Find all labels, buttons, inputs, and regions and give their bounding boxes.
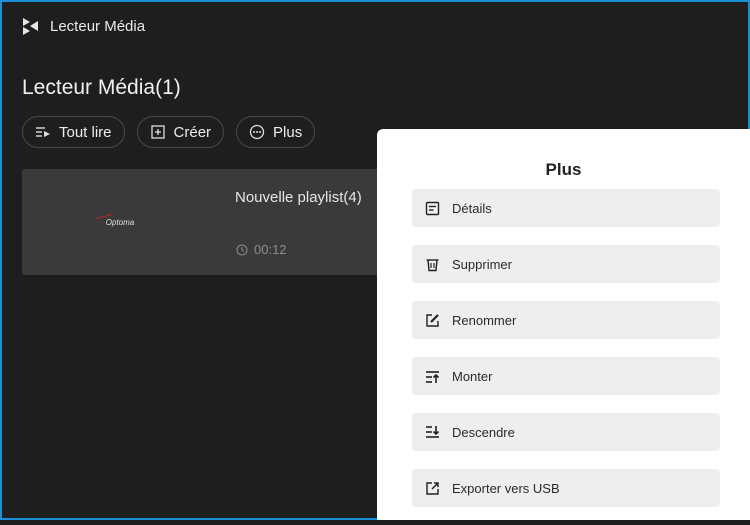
menu-item-label: Exporter vers USB xyxy=(452,480,560,496)
menu-item-label: Supprimer xyxy=(452,256,512,272)
clock-icon xyxy=(236,244,248,255)
app-title: Lecteur Média xyxy=(50,17,146,35)
menu-item-delete[interactable]: Supprimer xyxy=(412,245,720,283)
menu-item-details[interactable]: Détails xyxy=(412,189,720,227)
move-up-icon xyxy=(426,370,440,383)
play-list-icon xyxy=(36,127,50,137)
page-title: Lecteur Média(1) xyxy=(22,76,181,99)
more-button[interactable]: Plus xyxy=(236,116,316,148)
toolbar: Tout lire Créer Plus xyxy=(22,116,316,148)
create-icon xyxy=(150,125,165,139)
app-logo-icon xyxy=(23,18,38,35)
app-header: Lecteur Média xyxy=(22,12,145,40)
playlist-name: Nouvelle playlist(4) xyxy=(235,189,362,206)
menu-item-label: Détails xyxy=(452,200,492,216)
menu-item-export-usb[interactable]: Exporter vers USB xyxy=(412,469,720,507)
details-icon xyxy=(425,201,440,215)
play-all-label: Tout lire xyxy=(59,123,112,141)
panel-title: Plus xyxy=(545,160,582,179)
menu-item-label: Monter xyxy=(452,368,493,384)
optoma-logo: Optoma xyxy=(105,217,135,227)
export-icon xyxy=(426,481,439,495)
more-panel: Plus Détails Supprimer Renommer Monter D… xyxy=(377,129,750,520)
more-menu: Détails Supprimer Renommer Monter Descen… xyxy=(412,189,720,525)
rename-icon xyxy=(426,313,439,327)
menu-item-rename[interactable]: Renommer xyxy=(412,301,720,339)
menu-item-label: Descendre xyxy=(452,424,515,440)
more-icon xyxy=(249,124,265,140)
playlist-card[interactable]: Optoma Nouvelle playlist(4) 00:12 xyxy=(22,169,422,275)
playlist-duration: 00:12 xyxy=(236,242,287,257)
menu-item-label: Renommer xyxy=(452,312,517,328)
menu-item-move-up[interactable]: Monter xyxy=(412,357,720,395)
duration-value: 00:12 xyxy=(254,242,287,257)
create-label: Créer xyxy=(173,123,212,141)
create-button[interactable]: Créer xyxy=(136,116,225,148)
trash-icon xyxy=(426,258,439,271)
play-all-button[interactable]: Tout lire xyxy=(22,116,125,148)
more-label: Plus xyxy=(273,123,303,141)
playlist-thumbnail: Optoma xyxy=(22,169,218,275)
move-down-icon xyxy=(426,425,440,438)
menu-item-move-down[interactable]: Descendre xyxy=(412,413,720,451)
